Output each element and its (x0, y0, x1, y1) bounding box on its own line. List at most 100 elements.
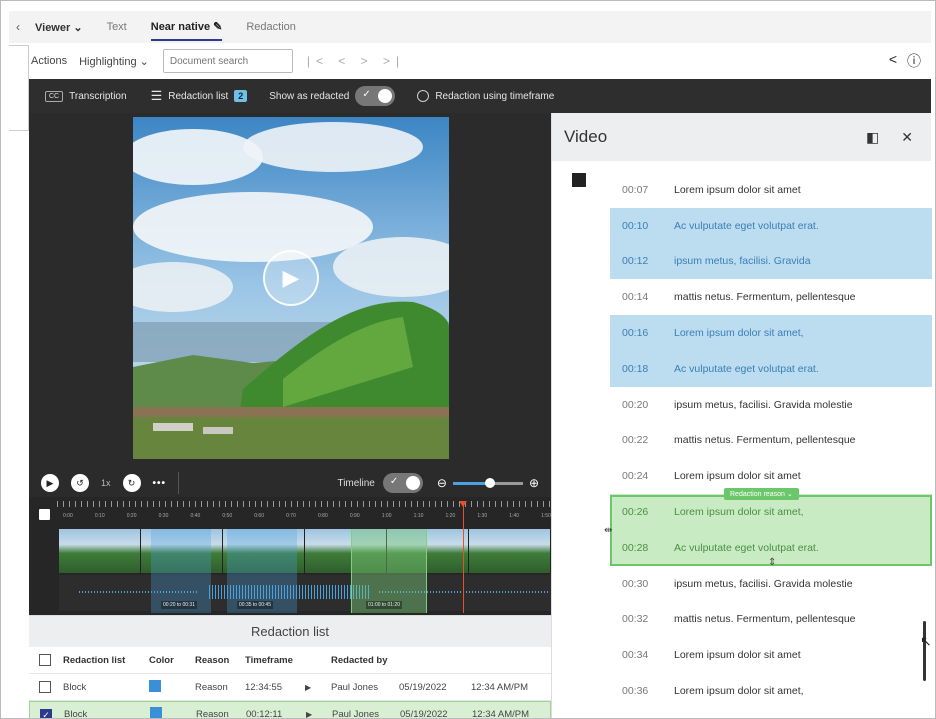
audio-waveform[interactable] (59, 575, 551, 611)
timeline-toggle[interactable]: ✓ (382, 473, 423, 493)
zoom-out-icon[interactable]: ⊖ (437, 476, 447, 490)
zoom-slider-fill (452, 481, 489, 485)
video-frame[interactable]: ▶ (133, 117, 449, 459)
ruler-tick-label: 0:30 (158, 513, 169, 519)
select-all-checkbox[interactable] (39, 654, 51, 666)
play-icon[interactable]: ▶ (306, 710, 332, 718)
tab-near-native[interactable]: Near native ✎ (150, 14, 223, 41)
transcript-row[interactable]: 00:20 ipsum metus, facilisi. Gravida mole… (610, 387, 932, 423)
pin-icon[interactable]: ✎ (213, 21, 222, 33)
transcript-row[interactable]: 00:14 mattis netus. Fermentum, pellentesq… (610, 279, 932, 315)
actions-menu[interactable]: Actions (31, 55, 67, 67)
redaction-timeframe-button[interactable]: Redaction using timeframe (417, 90, 554, 102)
timeline-ruler[interactable] (57, 501, 551, 523)
table-row[interactable]: Block Reason 12:34:55 ▶ Paul Jones 05/19… (29, 674, 551, 701)
transcript-row[interactable]: 00:10 Ac vulputate eget volutpat erat. (610, 207, 932, 244)
transcript-row[interactable]: 00:16 Lorem ipsum dolor sit amet, (610, 315, 932, 351)
close-icon[interactable]: ✕ (901, 129, 913, 146)
tab-bar: ‹ Viewer ⌄ Text Near native ✎ Redaction (9, 11, 931, 43)
timeline-select-checkbox[interactable] (39, 509, 50, 520)
resize-left-handle-icon[interactable]: ⇹ (604, 525, 612, 536)
transcript-row[interactable]: 00:07 Lorem ipsum dolor sit amet (610, 172, 932, 208)
viewer-label: Viewer (35, 21, 71, 34)
transcript-row[interactable]: 00:18 Ac vulputate eget volutpat erat. (610, 350, 932, 387)
transcript-time: 00:24 (622, 470, 649, 483)
reason-cell: Reason (195, 681, 228, 693)
redaction-region[interactable]: 00:35 to 00:45 (227, 529, 297, 613)
redacted-by-cell: Paul Jones (331, 681, 379, 693)
action-bar: Actions Highlighting ⌄ |< < > >| < ⓘ (31, 43, 931, 79)
redaction-count-badge: 2 (234, 90, 248, 102)
transcript-time: 00:20 (622, 398, 649, 411)
redaction-reason-tag[interactable]: Redaction reason ⌄ (724, 488, 799, 500)
tab-redaction[interactable]: Redaction (246, 15, 296, 39)
video-player: ▶ (29, 113, 551, 469)
column-header[interactable]: Reason (195, 655, 245, 666)
share-icon[interactable]: < (889, 51, 897, 71)
table-header-row: Redaction list Color Reason Timeframe Re… (29, 647, 551, 674)
transcript-row[interactable]: 00:30 ipsum metus, facilisi. Gravida mole… (610, 566, 932, 602)
page-nav-arrows[interactable]: |< < > >| (307, 54, 405, 68)
transcription-button[interactable]: CC Transcription (45, 90, 127, 102)
stop-icon[interactable] (572, 173, 586, 187)
redaction-type: Block (64, 709, 88, 719)
thumbnail-frame (469, 529, 551, 573)
row-checkbox[interactable] (39, 681, 51, 693)
redaction-list-label: Redaction list (168, 90, 229, 102)
transcript-row[interactable]: 00:22 mattis netus. Fermentum, pellentesq… (610, 423, 932, 459)
row-checkbox[interactable]: ✓ (40, 708, 52, 718)
show-as-redacted-toggle[interactable]: ✓ (355, 86, 396, 106)
transcript-text: ipsum metus, facilisi. Gravida molestie (674, 398, 853, 411)
selected-transcript-region[interactable]: Redaction reason ⌄ ⇹ ⇕ (604, 488, 932, 568)
left-panel-edge (9, 45, 29, 131)
video-thumbnails[interactable] (59, 529, 551, 573)
transcript-row[interactable]: 00:36 Lorem ipsum dolor sit amet, (610, 673, 932, 709)
document-search-input[interactable] (162, 49, 293, 73)
cursor-icon: ↖ (920, 633, 932, 649)
playhead[interactable] (459, 501, 467, 613)
viewer-dropdown[interactable]: Viewer ⌄ (35, 21, 83, 34)
play-icon[interactable]: ▶ (305, 683, 331, 692)
column-header[interactable]: Color (149, 655, 195, 666)
transcript-time: 00:30 (622, 577, 649, 590)
transcript-time: 00:14 (622, 291, 649, 304)
highlighting-dropdown[interactable]: Highlighting ⌄ (79, 55, 149, 68)
timeline: 0:00 0:10 0:20 0:30 0:40 0:50 0:60 0:70 0:80 0:90… (29, 497, 551, 615)
zoom-in-icon[interactable]: ⊕ (529, 476, 539, 490)
transcript-time: 00:16 (622, 327, 649, 340)
ruler-tick-label: 0:00 (63, 513, 73, 519)
highlighting-label: Highlighting (79, 55, 137, 68)
rewind-icon[interactable]: ↺ (71, 474, 89, 492)
split-view-icon[interactable]: ◧ (866, 129, 879, 146)
selected-redaction-region[interactable]: 01:00 to 01:20 (351, 529, 427, 613)
transcript-row[interactable]: 00:32 mattis netus. Fermentum, pellentesq… (610, 602, 932, 638)
resize-bottom-handle-icon[interactable]: ⇕ (768, 557, 776, 568)
tab-text[interactable]: Text (107, 15, 127, 39)
ruler-tick-label: 0:20 (126, 513, 137, 519)
forward-icon[interactable]: ↻ (122, 474, 141, 492)
zoom-slider-thumb[interactable] (484, 477, 495, 488)
transcript-row[interactable]: 00:34 Lorem ipsum dolor sit amet (610, 637, 932, 673)
scrollbar[interactable] (923, 621, 926, 681)
transcript-text: Ac vulputate eget volutpat erat. (674, 362, 819, 375)
color-cell (149, 679, 195, 695)
transcript-row[interactable]: 00:12 ipsum metus, facilisi. Gravida (610, 243, 932, 280)
check-icon: ✓ (389, 476, 399, 487)
redaction-region[interactable]: 00:20 to 00:31 (151, 529, 211, 613)
more-options-icon[interactable]: ••• (153, 478, 167, 489)
redaction-list-button[interactable]: ☰ Redaction list 2 (151, 88, 248, 104)
transcript-time: 00:10 (622, 219, 649, 232)
column-header[interactable]: Timeframe (245, 655, 331, 666)
play-icon[interactable]: ▶ (41, 474, 59, 492)
transcript-text: Lorem ipsum dolor sit amet (674, 183, 801, 196)
play-overlay-button[interactable]: ▶ (263, 250, 319, 306)
table-row[interactable]: ✓ Block Reason 00:12:11 ▶ Paul Jones 05/… (29, 701, 551, 719)
playback-speed[interactable]: 1x (101, 478, 111, 488)
date-cell: 05/19/2022 (399, 681, 447, 693)
zoom-slider[interactable] (452, 477, 523, 488)
redacted-by-cell: Paul Jones (332, 709, 380, 719)
chevron-left-icon[interactable]: ‹ (9, 20, 27, 34)
column-header[interactable]: Redaction list (63, 655, 149, 666)
info-icon[interactable]: ⓘ (907, 51, 921, 71)
column-header[interactable]: Redacted by (331, 655, 388, 666)
